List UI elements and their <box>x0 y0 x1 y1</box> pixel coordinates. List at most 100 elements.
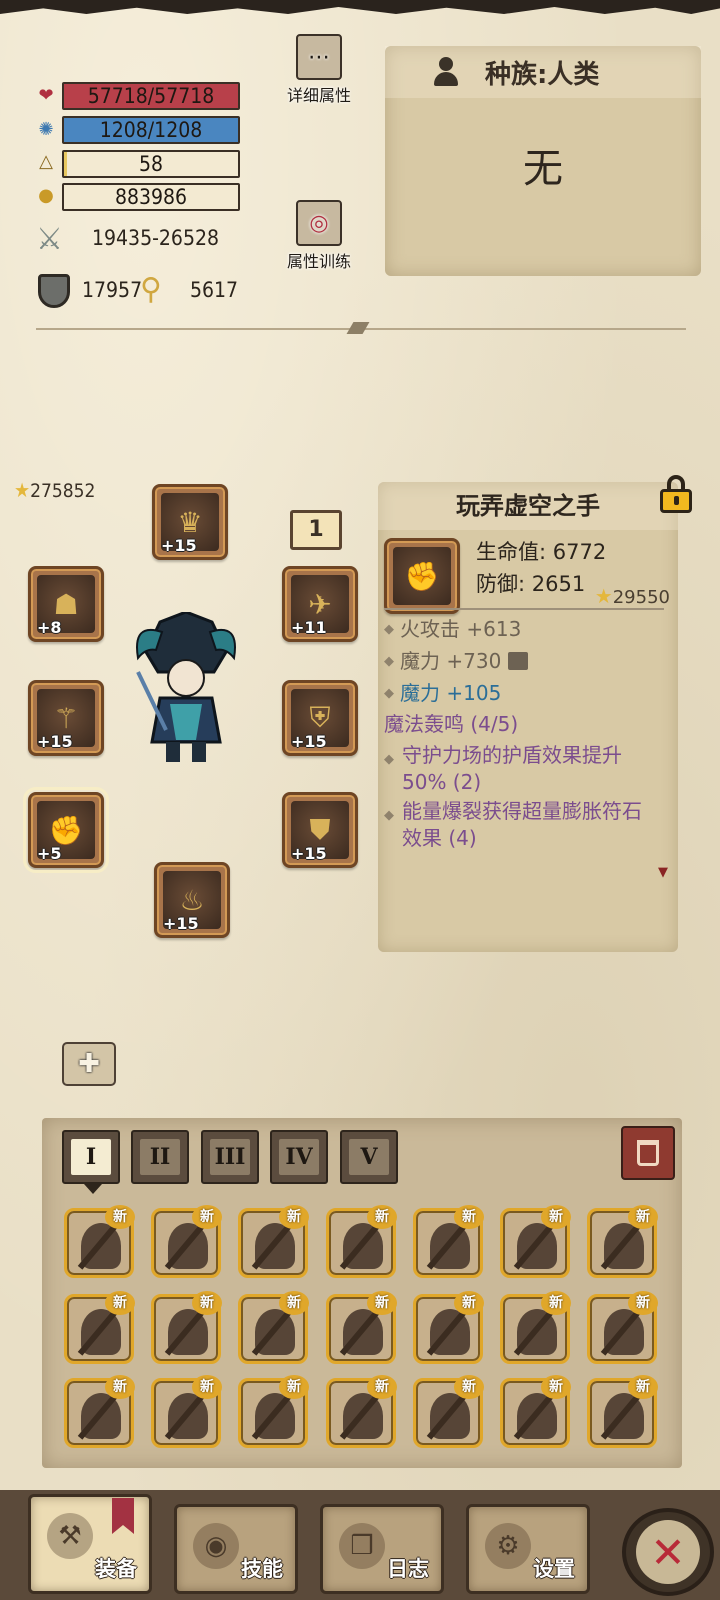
new-badge: 新 <box>192 1205 222 1229</box>
new-badge: 新 <box>628 1205 658 1229</box>
diamond-bullet-icon: ◆ <box>384 622 394 637</box>
new-badge: 新 <box>367 1291 397 1315</box>
close-button[interactable]: ✕ <box>622 1508 714 1596</box>
total-score-value: 275852 <box>30 480 96 502</box>
add-plus-button[interactable]: ✚ <box>62 1042 116 1086</box>
diamond-bullet-icon: ◆ <box>384 808 394 823</box>
inventory-slot[interactable]: 新 <box>64 1291 135 1364</box>
set-bonus-text: 能量爆裂获得超量膨胀符石 效果 (4) <box>402 799 642 850</box>
top-ink-border <box>0 0 720 14</box>
new-badge: 新 <box>279 1291 309 1315</box>
slot-plus: +15 <box>37 732 73 751</box>
inventory-slot[interactable]: 新 <box>500 1375 571 1448</box>
nav-settings-button[interactable]: ⚙ 设置 <box>466 1504 590 1594</box>
nav-settings-label: 设置 <box>533 1557 575 1581</box>
inventory-slot[interactable]: 新 <box>151 1205 222 1278</box>
inventory-slot[interactable]: 新 <box>151 1375 222 1448</box>
new-badge: 新 <box>105 1375 135 1399</box>
inventory-slot[interactable]: 新 <box>64 1205 135 1278</box>
item-def: 防御: 2651 <box>476 572 586 596</box>
affix-2: ◆ 魔力 +730 <box>384 648 528 675</box>
inventory-slot[interactable]: 新 <box>238 1205 309 1278</box>
defense-value: 17957 <box>82 278 143 302</box>
slot-head[interactable]: ♛ +15 <box>152 484 228 560</box>
new-badge: 新 <box>628 1291 658 1315</box>
slot-boots[interactable]: ♨ +15 <box>154 862 230 938</box>
inventory-slot[interactable]: 新 <box>326 1375 397 1448</box>
scroll-icon: ❒ <box>339 1523 385 1569</box>
detail-divider <box>384 608 664 610</box>
affix-1: ◆ 火攻击 +613 <box>384 616 521 643</box>
image-icon[interactable] <box>507 652 528 670</box>
nav-equip-label: 装备 <box>95 1557 137 1581</box>
inventory-slot[interactable]: 新 <box>151 1291 222 1364</box>
level-box-value: 1 <box>308 517 324 542</box>
inventory-slot[interactable]: 新 <box>587 1375 658 1448</box>
inventory-slot[interactable]: 新 <box>413 1205 484 1278</box>
nav-skill-button[interactable]: ◉ 技能 <box>174 1504 298 1594</box>
slot-plus: +15 <box>291 844 327 863</box>
level-box[interactable]: 1 <box>290 510 342 550</box>
inventory-slot[interactable]: 新 <box>500 1291 571 1364</box>
slot-plus: +5 <box>37 844 62 863</box>
star-icon: ★ <box>594 584 613 608</box>
affix-3: ◆ 魔力 +105 <box>384 680 501 707</box>
slot-shoulder[interactable]: ⛨ +15 <box>282 680 358 756</box>
inventory-slot[interactable]: 新 <box>64 1375 135 1448</box>
inventory-slot[interactable]: 新 <box>238 1291 309 1364</box>
tab-5[interactable]: V <box>340 1130 398 1184</box>
trash-button[interactable] <box>621 1126 675 1180</box>
detail-attr-button[interactable]: ⋯ 详细属性 <box>279 34 359 106</box>
attr-training-button[interactable]: ◎ 属性训练 <box>279 200 359 272</box>
tab-1[interactable]: I <box>62 1130 120 1194</box>
scroll-down-arrow-icon[interactable]: ▼ <box>658 865 668 880</box>
target-icon: ◎ <box>296 200 342 246</box>
magic-value: 5617 <box>190 278 239 302</box>
level-bar: 58 <box>62 150 240 178</box>
inventory-slot[interactable]: 新 <box>587 1291 658 1364</box>
person-icon <box>431 57 461 87</box>
new-badge: 新 <box>105 1205 135 1229</box>
new-badge: 新 <box>279 1205 309 1229</box>
inventory-slot[interactable]: 新 <box>413 1375 484 1448</box>
new-badge: 新 <box>367 1205 397 1229</box>
tab-3[interactable]: III <box>201 1130 259 1184</box>
total-score: ★275852 <box>14 478 95 502</box>
inventory-slot[interactable]: 新 <box>587 1205 658 1278</box>
tab-4[interactable]: IV <box>270 1130 328 1184</box>
inventory-slot[interactable]: 新 <box>238 1375 309 1448</box>
tab-label: III <box>210 1139 250 1175</box>
axe-icon: ⚒ <box>47 1513 93 1559</box>
new-badge: 新 <box>192 1291 222 1315</box>
new-badge: 新 <box>454 1205 484 1229</box>
lock-icon[interactable] <box>660 475 692 513</box>
nav-log-button[interactable]: ❒ 日志 <box>320 1504 444 1594</box>
inventory-slot[interactable]: 新 <box>413 1291 484 1364</box>
mana-spark-icon: ✺ <box>38 119 54 140</box>
set-bonus-text: 守护力场的护盾效果提升 50% (2) <box>402 743 622 794</box>
slot-armor[interactable]: ⛊ +15 <box>282 792 358 868</box>
inventory-slot[interactable]: 新 <box>326 1291 397 1364</box>
level-triangle-icon: △ <box>39 151 53 172</box>
slot-wings[interactable]: ✈ +11 <box>282 566 358 642</box>
tab-label: I <box>71 1139 111 1175</box>
new-badge: 新 <box>454 1291 484 1315</box>
item-name: 玩弄虚空之手 <box>378 482 678 530</box>
mp-bar: 1208/1208 <box>62 116 240 144</box>
new-badge: 新 <box>541 1205 571 1229</box>
slot-gloves[interactable]: ✊ +5 <box>23 787 109 873</box>
inventory-slot[interactable]: 新 <box>326 1205 397 1278</box>
race-label: 种族:人类 <box>485 59 600 90</box>
diamond-bullet-icon: ◆ <box>384 686 394 701</box>
slot-amulet[interactable]: ☗ +8 <box>28 566 104 642</box>
shield-icon <box>38 274 70 308</box>
tab-2[interactable]: II <box>131 1130 189 1184</box>
item-thumbnail: ✊ <box>384 538 460 614</box>
slot-weapon[interactable]: ⚚ +15 <box>28 680 104 756</box>
detail-attr-label: 详细属性 <box>286 86 351 105</box>
inventory-slot[interactable]: 新 <box>500 1205 571 1278</box>
slot-plus: +15 <box>291 732 327 751</box>
heart-icon: ❤ <box>38 85 54 106</box>
hp-bar: 57718/57718 <box>62 82 240 110</box>
hero-character[interactable] <box>130 612 242 768</box>
